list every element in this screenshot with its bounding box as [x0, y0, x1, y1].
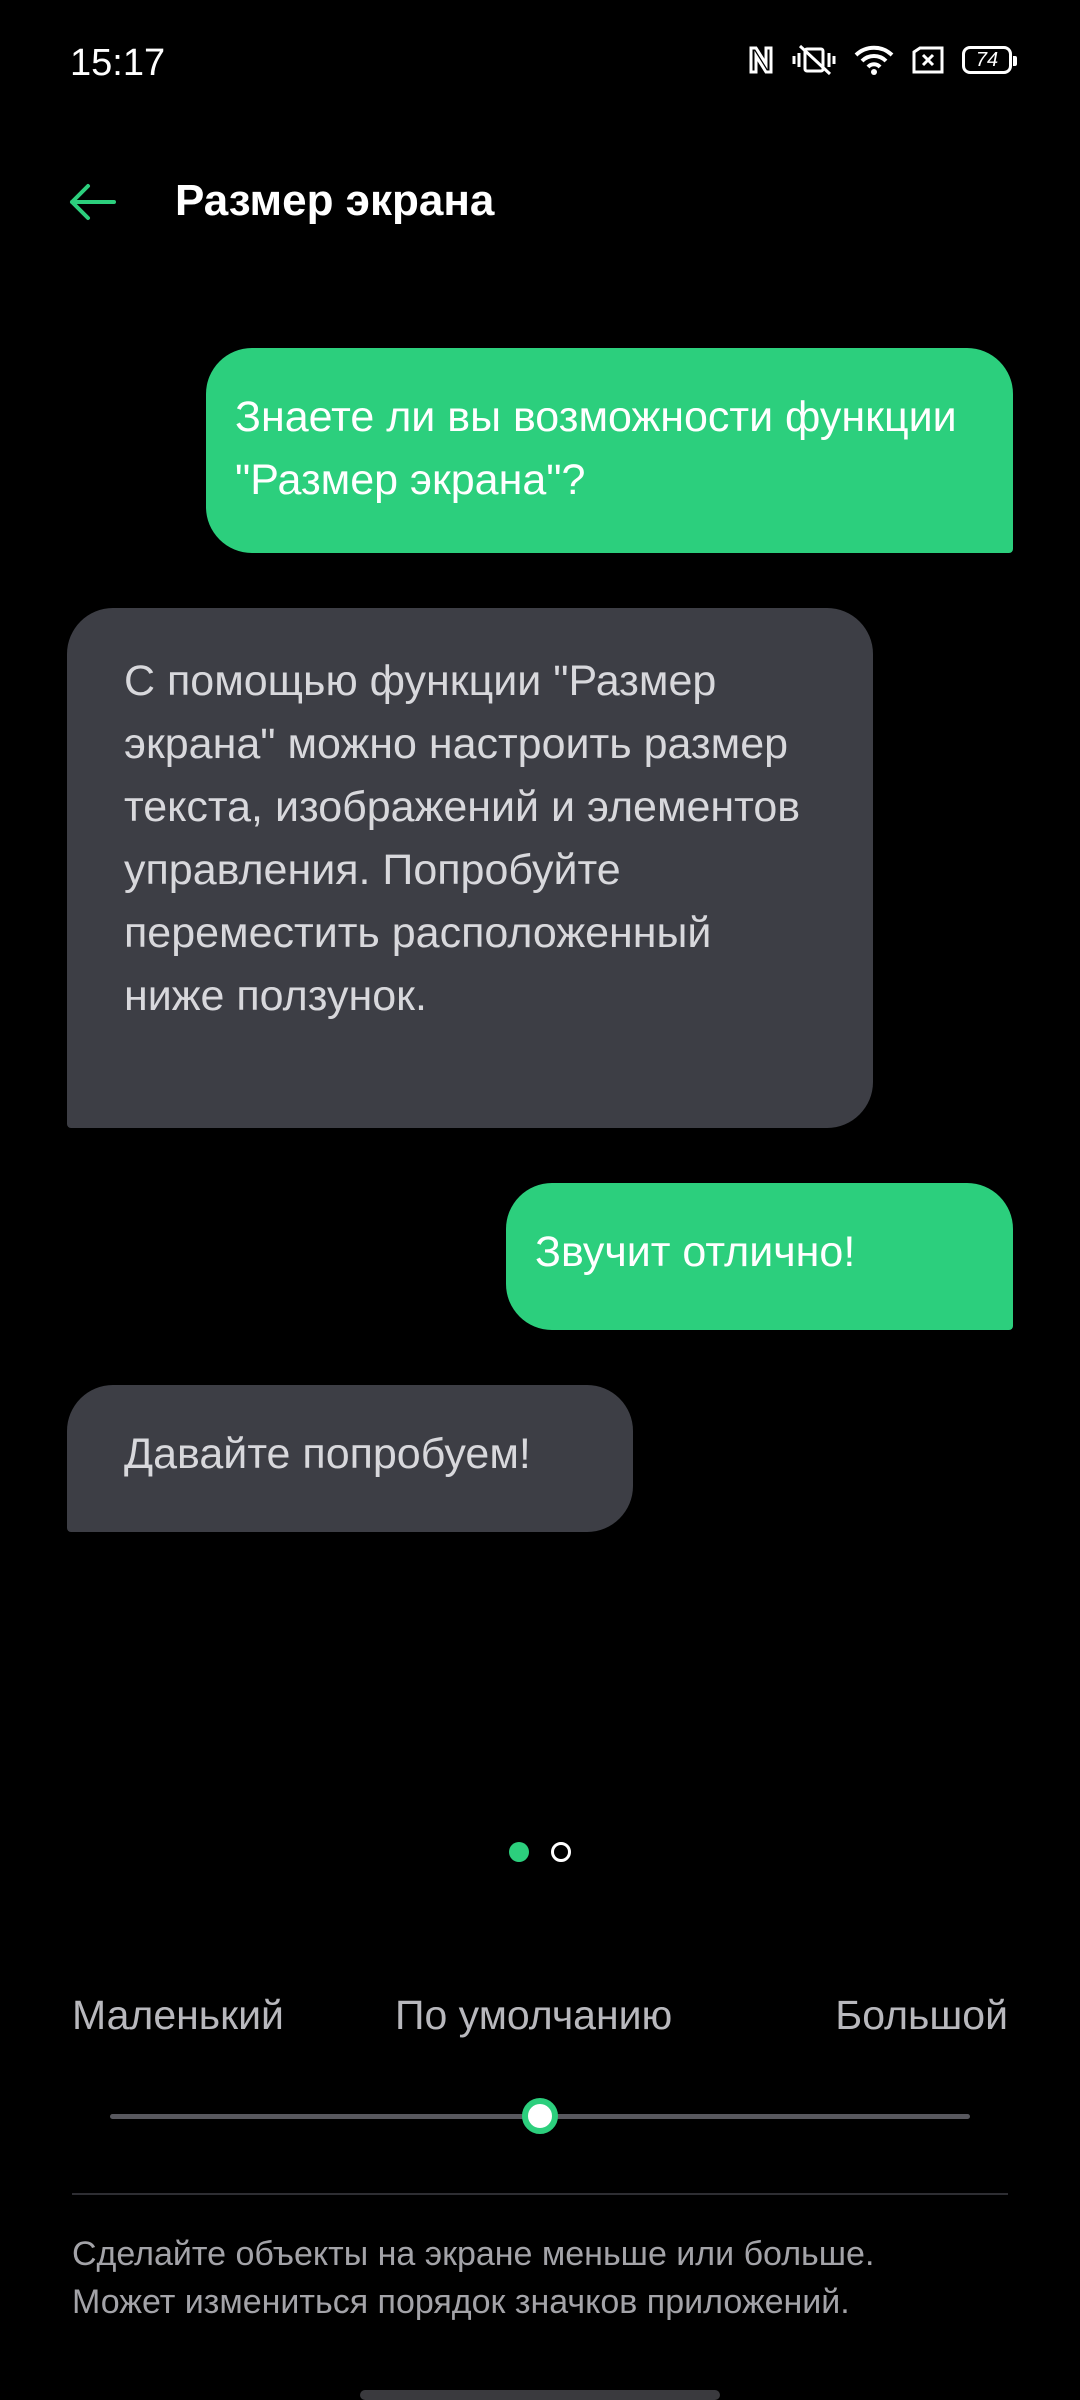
chat-bubble-explanation: С помощью функции "Размер экрана" можно …	[67, 608, 873, 1128]
label-small: Маленький	[72, 1992, 284, 2038]
battery-icon: 74	[962, 46, 1017, 74]
status-bar: 15:17 74	[0, 0, 1080, 130]
vibrate-icon	[792, 44, 836, 76]
slider-thumb[interactable]	[522, 2098, 558, 2134]
status-icons: 74	[748, 44, 1017, 76]
description-line-1: Сделайте объекты на экране меньше или бо…	[72, 2235, 875, 2273]
no-sim-icon	[912, 46, 944, 74]
page-dot-1[interactable]	[509, 1842, 529, 1862]
arrow-left-icon[interactable]	[64, 174, 120, 230]
description: Сделайте объекты на экране меньше или бо…	[72, 2230, 1032, 2326]
divider	[72, 2193, 1008, 2195]
label-default: По умолчанию	[395, 1992, 673, 2038]
chat-bubble-lets-try: Давайте попробуем!	[67, 1385, 633, 1532]
status-time: 15:17	[70, 42, 166, 84]
app-bar: Размер экрана	[0, 150, 1080, 250]
screen-size-slider[interactable]	[110, 2096, 970, 2136]
page-title: Размер экрана	[175, 176, 495, 225]
wifi-icon	[854, 45, 894, 75]
page-dot-2[interactable]	[551, 1842, 571, 1862]
chat-bubble-question: Знаете ли вы возможности функции "Размер…	[206, 348, 1013, 553]
home-indicator[interactable]	[360, 2390, 720, 2400]
label-large: Большой	[835, 1992, 1008, 2038]
battery-level: 74	[975, 48, 999, 71]
page-indicator	[0, 1842, 1080, 1862]
description-line-2: Может измениться порядок значков приложе…	[72, 2283, 850, 2321]
nfc-icon	[749, 46, 773, 74]
chat-bubble-reply: Звучит отлично!	[506, 1183, 1013, 1330]
